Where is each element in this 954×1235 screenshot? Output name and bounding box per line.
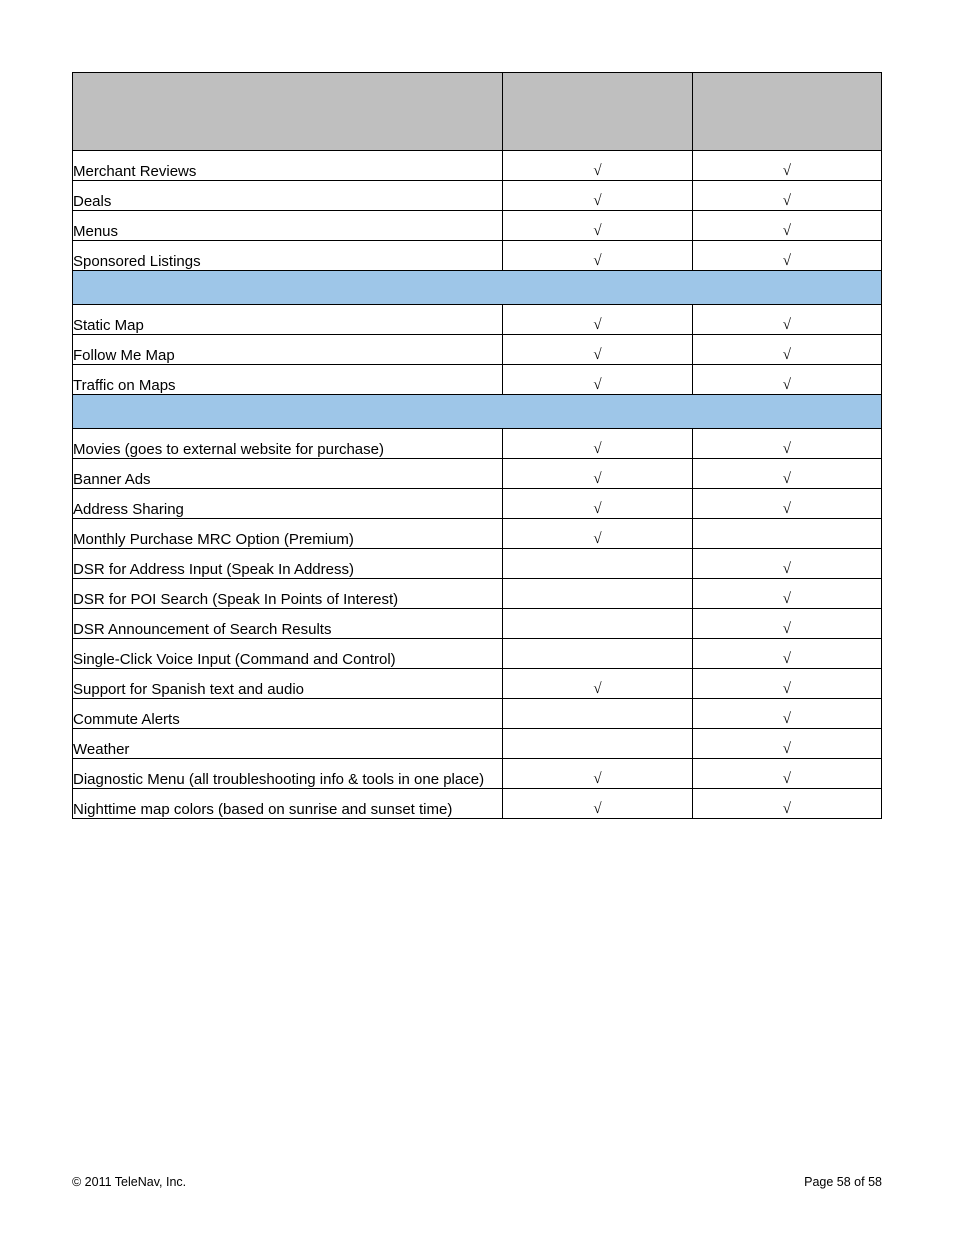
feature-check-col2: √ xyxy=(692,365,881,395)
feature-check-col1 xyxy=(503,699,692,729)
table-row: Merchant Reviews√√ xyxy=(73,151,882,181)
table-header-cell xyxy=(73,73,503,151)
feature-label: Menus xyxy=(73,211,503,241)
table-row: DSR Announcement of Search Results √ xyxy=(73,609,882,639)
feature-label: Static Map xyxy=(73,305,503,335)
feature-label: Single-Click Voice Input (Command and Co… xyxy=(73,639,503,669)
feature-check-col1: √ xyxy=(503,211,692,241)
table-row: Weather √ xyxy=(73,729,882,759)
feature-check-col1 xyxy=(503,609,692,639)
feature-check-col2: √ xyxy=(692,609,881,639)
feature-label: Sponsored Listings xyxy=(73,241,503,271)
feature-check-col2: √ xyxy=(692,429,881,459)
feature-check-col2: √ xyxy=(692,549,881,579)
feature-check-col1: √ xyxy=(503,429,692,459)
table-row: Address Sharing√√ xyxy=(73,489,882,519)
feature-label: Diagnostic Menu (all troubleshooting inf… xyxy=(73,759,503,789)
feature-label: Support for Spanish text and audio xyxy=(73,669,503,699)
feature-check-col2: √ xyxy=(692,489,881,519)
table-row: Movies (goes to external website for pur… xyxy=(73,429,882,459)
feature-check-col1: √ xyxy=(503,789,692,819)
table-row: Traffic on Maps√√ xyxy=(73,365,882,395)
feature-label: DSR for Address Input (Speak In Address) xyxy=(73,549,503,579)
table-header-cell xyxy=(503,73,692,151)
feature-table: Merchant Reviews√√Deals√√Menus√√Sponsore… xyxy=(72,72,882,819)
feature-check-col2: √ xyxy=(692,729,881,759)
table-section-header xyxy=(73,271,882,305)
feature-check-col2: √ xyxy=(692,305,881,335)
feature-check-col1: √ xyxy=(503,335,692,365)
feature-label: Banner Ads xyxy=(73,459,503,489)
feature-check-col1: √ xyxy=(503,459,692,489)
footer-page-number: Page 58 of 58 xyxy=(804,1175,882,1189)
feature-check-col2: √ xyxy=(692,151,881,181)
feature-check-col2: √ xyxy=(692,335,881,365)
table-row: Follow Me Map√√ xyxy=(73,335,882,365)
feature-check-col2: √ xyxy=(692,181,881,211)
feature-check-col1: √ xyxy=(503,241,692,271)
feature-label: Commute Alerts xyxy=(73,699,503,729)
feature-check-col2: √ xyxy=(692,789,881,819)
feature-check-col1 xyxy=(503,549,692,579)
feature-check-col1: √ xyxy=(503,669,692,699)
feature-check-col1: √ xyxy=(503,759,692,789)
footer-copyright: © 2011 TeleNav, Inc. xyxy=(72,1175,186,1189)
table-row: Support for Spanish text and audio√√ xyxy=(73,669,882,699)
feature-check-col2: √ xyxy=(692,669,881,699)
table-row: Static Map√√ xyxy=(73,305,882,335)
page-footer: © 2011 TeleNav, Inc. Page 58 of 58 xyxy=(72,1175,882,1189)
feature-label: Follow Me Map xyxy=(73,335,503,365)
feature-label: Traffic on Maps xyxy=(73,365,503,395)
feature-check-col1: √ xyxy=(503,151,692,181)
feature-check-col1: √ xyxy=(503,181,692,211)
feature-label: Nighttime map colors (based on sunrise a… xyxy=(73,789,503,819)
feature-check-col1 xyxy=(503,729,692,759)
table-row: Commute Alerts √ xyxy=(73,699,882,729)
page-content: Merchant Reviews√√Deals√√Menus√√Sponsore… xyxy=(0,0,954,819)
feature-check-col1 xyxy=(503,579,692,609)
feature-check-col1: √ xyxy=(503,489,692,519)
table-section-header xyxy=(73,395,882,429)
feature-check-col1: √ xyxy=(503,519,692,549)
feature-check-col2: √ xyxy=(692,241,881,271)
feature-check-col2: √ xyxy=(692,759,881,789)
feature-check-col2: √ xyxy=(692,459,881,489)
table-row: Diagnostic Menu (all troubleshooting inf… xyxy=(73,759,882,789)
feature-check-col2 xyxy=(692,519,881,549)
table-row: Menus√√ xyxy=(73,211,882,241)
feature-label: Monthly Purchase MRC Option (Premium) xyxy=(73,519,503,549)
feature-check-col1: √ xyxy=(503,365,692,395)
table-row: Sponsored Listings√√ xyxy=(73,241,882,271)
table-row: Monthly Purchase MRC Option (Premium)√ xyxy=(73,519,882,549)
feature-label: Address Sharing xyxy=(73,489,503,519)
table-row: Nighttime map colors (based on sunrise a… xyxy=(73,789,882,819)
feature-label: DSR for POI Search (Speak In Points of I… xyxy=(73,579,503,609)
feature-check-col1: √ xyxy=(503,305,692,335)
table-header-cell xyxy=(692,73,881,151)
table-row: Banner Ads√√ xyxy=(73,459,882,489)
feature-label: DSR Announcement of Search Results xyxy=(73,609,503,639)
feature-check-col2: √ xyxy=(692,211,881,241)
feature-check-col2: √ xyxy=(692,579,881,609)
table-row: Deals√√ xyxy=(73,181,882,211)
feature-label: Merchant Reviews xyxy=(73,151,503,181)
table-row: DSR for Address Input (Speak In Address)… xyxy=(73,549,882,579)
table-row: Single-Click Voice Input (Command and Co… xyxy=(73,639,882,669)
feature-check-col1 xyxy=(503,639,692,669)
feature-check-col2: √ xyxy=(692,699,881,729)
feature-label: Deals xyxy=(73,181,503,211)
table-row: DSR for POI Search (Speak In Points of I… xyxy=(73,579,882,609)
feature-check-col2: √ xyxy=(692,639,881,669)
feature-label: Weather xyxy=(73,729,503,759)
feature-label: Movies (goes to external website for pur… xyxy=(73,429,503,459)
